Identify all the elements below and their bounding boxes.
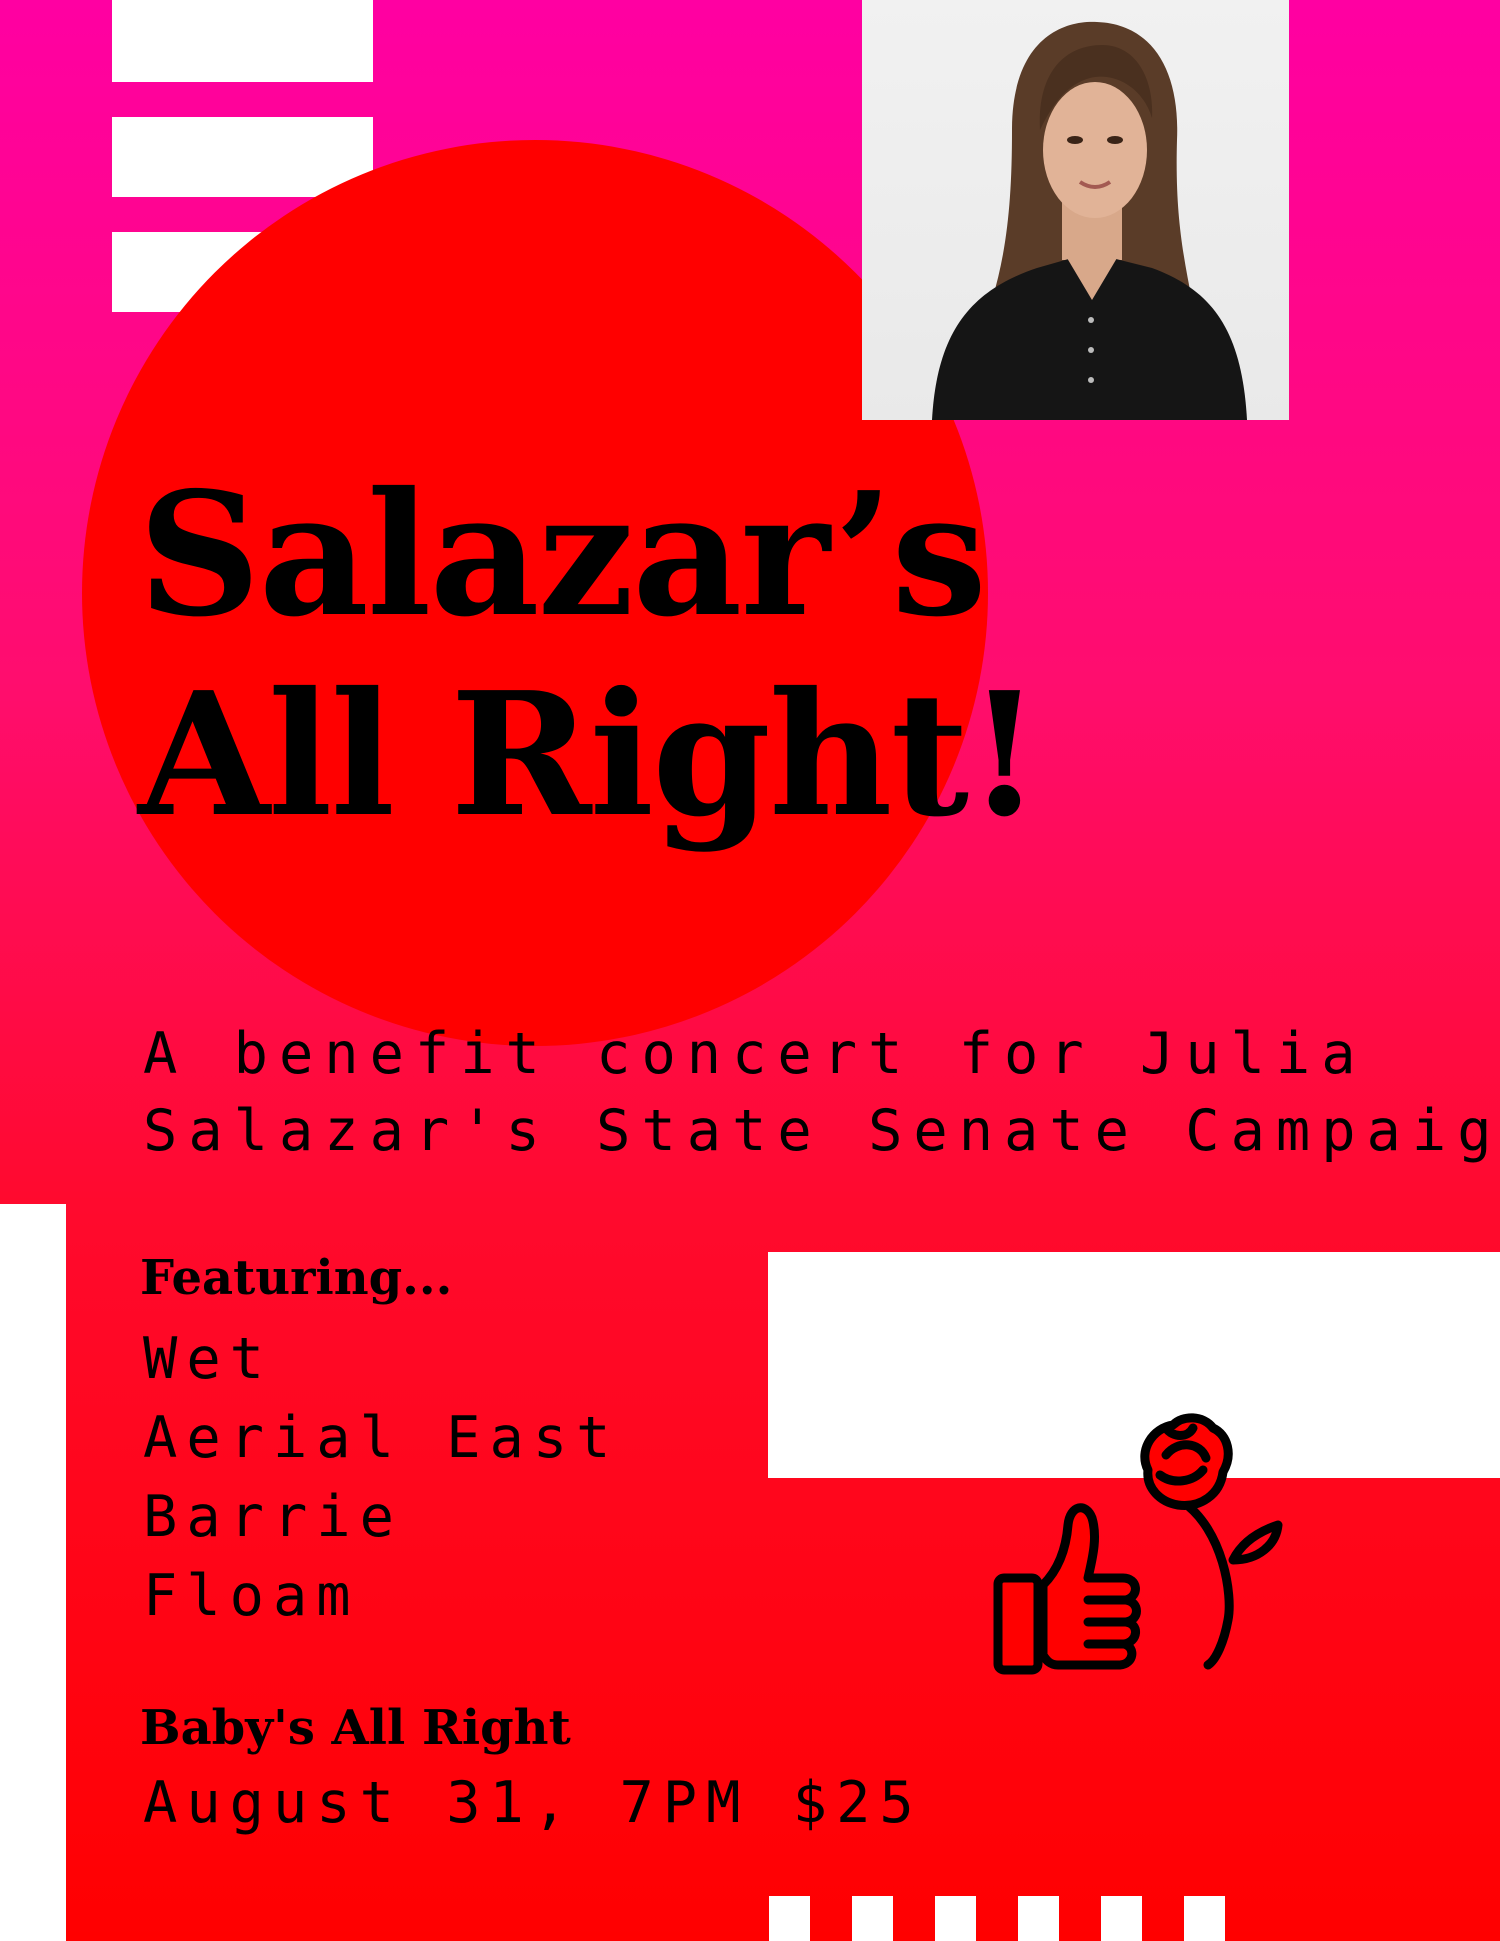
poster-subtitle: A benefit concert for Julia Salazar's St…	[143, 1016, 1500, 1170]
rose-stem	[1178, 1497, 1234, 1670]
thumbs-up-rose-svg	[993, 1413, 1283, 1675]
top-left-bar-2	[112, 117, 373, 197]
title-line-1: Salazar’s	[138, 455, 987, 655]
lineup-item: Barrie	[143, 1484, 403, 1550]
button-3	[1088, 377, 1094, 383]
bottom-stripe-2	[852, 1896, 893, 1941]
bottom-stripe-4	[1018, 1896, 1059, 1941]
bottom-stripe-1	[769, 1896, 810, 1941]
left-edge-bar	[0, 1204, 66, 1941]
thumbs-up-rose-icon	[988, 1410, 1318, 1680]
lineup-list: Wet Aerial East Barrie Floam	[143, 1320, 620, 1636]
lineup-item: Floam	[143, 1563, 360, 1629]
venue-name: Baby's All Right	[140, 1700, 571, 1756]
poster-title: Salazar’s All Right!	[138, 455, 1042, 855]
bottom-stripe-5	[1101, 1896, 1142, 1941]
bottom-stripe-3	[935, 1896, 976, 1941]
eye-right	[1107, 136, 1123, 144]
eye-left	[1067, 136, 1083, 144]
portrait-photo	[862, 0, 1289, 420]
lineup-item: Aerial East	[143, 1405, 620, 1471]
portrait-illustration	[932, 21, 1247, 420]
event-date-price: August 31, 7PM $25	[143, 1770, 923, 1836]
subtitle-line-2: Salazar's State Senate Campaign	[143, 1098, 1500, 1164]
event-poster: Salazar’s All Right! A benefit concert f…	[0, 0, 1500, 1941]
subtitle-line-1: A benefit concert for Julia	[143, 1021, 1367, 1087]
face	[1043, 82, 1147, 218]
title-line-2: All Right!	[138, 655, 1042, 855]
button-1	[1088, 317, 1094, 323]
button-2	[1088, 347, 1094, 353]
top-left-bar-1	[112, 0, 373, 82]
cuff	[993, 1573, 1043, 1675]
featuring-heading: Featuring...	[140, 1250, 453, 1306]
bottom-stripe-6	[1184, 1896, 1225, 1941]
lineup-item: Wet	[143, 1326, 273, 1392]
rose-leaf	[1228, 1520, 1283, 1565]
